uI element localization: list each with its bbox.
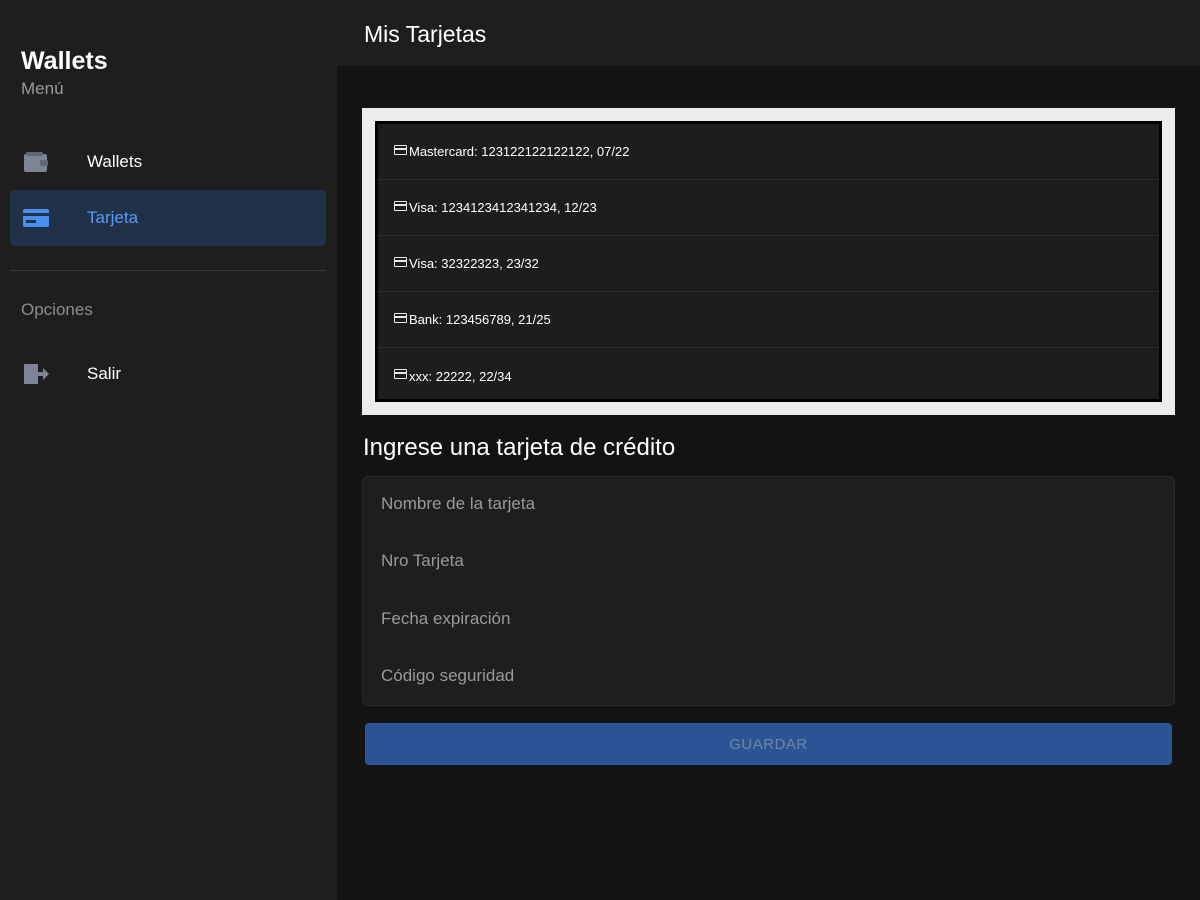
app-title: Wallets (21, 47, 108, 75)
card-item-text: xxx: 22222, 22/34 (409, 368, 512, 384)
card-item-text: Bank: 123456789, 21/25 (409, 312, 551, 327)
card-name-field[interactable] (381, 484, 1151, 524)
page-title: Mis Tarjetas (364, 21, 487, 47)
list-item[interactable]: Visa: 32322323, 23/32 (378, 236, 1159, 292)
list-item[interactable]: xxx: 22222, 22/34 (378, 348, 1159, 404)
sidebar-item-tarjeta[interactable]: Tarjeta (10, 190, 326, 246)
card-list-frame: Mastercard: 123122122122122, 07/22 Visa:… (362, 108, 1175, 415)
list-item[interactable]: Visa: 1234123412341234, 12/23 (378, 180, 1159, 236)
form-title: Ingrese una tarjeta de crédito (363, 434, 676, 461)
sidebar-item-label: Tarjeta (87, 208, 139, 227)
card-icon (394, 144, 407, 155)
sidebar-item-label: Salir (87, 364, 122, 383)
card-form (362, 476, 1175, 706)
logout-icon (22, 360, 50, 388)
sidebar-item-salir[interactable]: Salir (10, 346, 326, 402)
list-item[interactable]: Bank: 123456789, 21/25 (378, 292, 1159, 348)
card-icon (394, 256, 407, 267)
sidebar-item-label: Wallets (87, 152, 143, 171)
security-code-field[interactable] (381, 656, 1151, 696)
top-bar: Mis Tarjetas (337, 0, 1200, 66)
section-label-options: Opciones (21, 300, 93, 319)
card-item-text: Visa: 32322323, 23/32 (409, 256, 539, 271)
card-number-field[interactable] (381, 541, 1151, 581)
sidebar-divider (10, 270, 326, 271)
card-icon (394, 200, 407, 211)
menu-subtitle: Menú (21, 79, 64, 98)
save-button[interactable]: GUARDAR (365, 723, 1172, 765)
list-item[interactable]: Mastercard: 123122122122122, 07/22 (378, 124, 1159, 180)
expiry-date-field[interactable] (381, 599, 1151, 639)
card-icon (394, 312, 407, 323)
card-item-text: Mastercard: 123122122122122, 07/22 (409, 144, 630, 159)
sidebar: Wallets Menú Wallets Tarjeta Opciones Sa… (0, 0, 337, 900)
credit-card-icon (22, 204, 50, 232)
wallet-icon (22, 148, 50, 176)
sidebar-item-wallets[interactable]: Wallets (10, 134, 326, 190)
card-item-text: Visa: 1234123412341234, 12/23 (409, 200, 597, 215)
card-list: Mastercard: 123122122122122, 07/22 Visa:… (375, 121, 1162, 402)
card-icon (394, 369, 407, 379)
